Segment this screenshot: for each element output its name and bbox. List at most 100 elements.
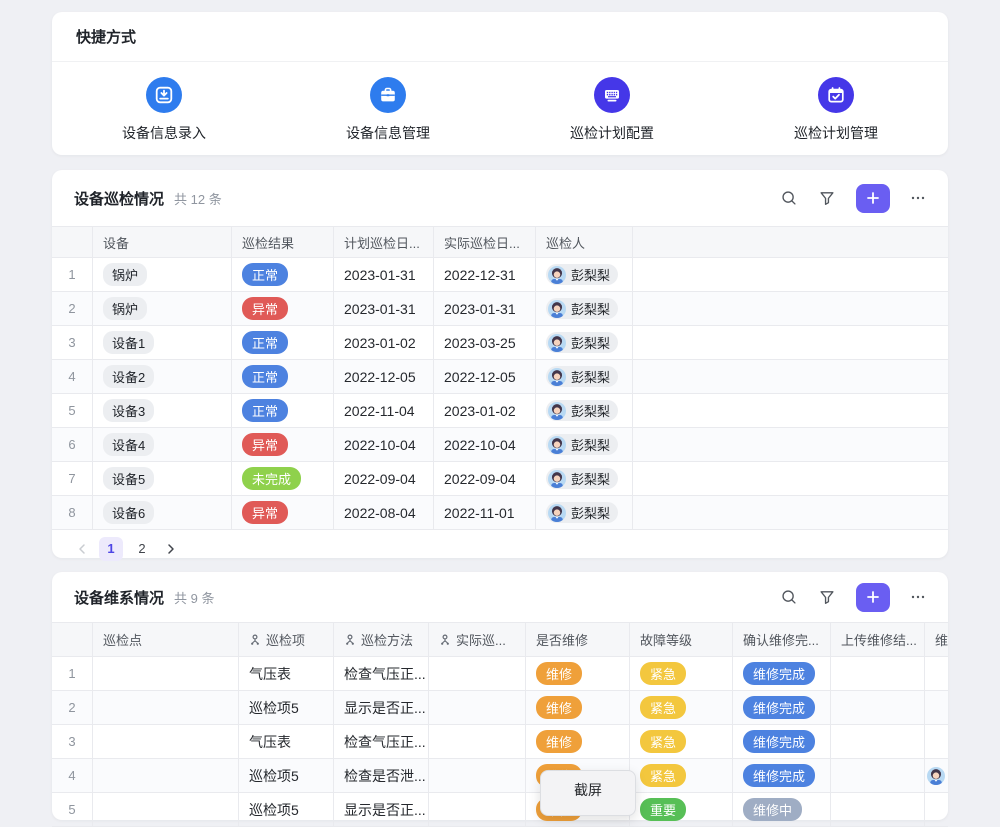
avatar <box>548 504 566 522</box>
tooltip-text: 截屏 <box>574 780 602 815</box>
inspection-table-header: 设备 巡检结果 计划巡检日... 实际巡检日... 巡检人 <box>52 226 948 258</box>
more-button[interactable] <box>910 589 926 605</box>
filter-button[interactable] <box>818 588 836 606</box>
item-cell: 气压表 <box>239 657 334 690</box>
status-badge: 正常 <box>242 331 288 354</box>
status-badge: 维修 <box>536 662 582 685</box>
item-cell: 巡检项5 <box>239 759 334 792</box>
table-row[interactable]: 1 气压表 检查气压正... 维修 紧急 维修完成 <box>52 657 948 691</box>
table-row[interactable]: 1 锅炉 正常 2023-01-31 2022-12-31 彭梨梨 <box>52 258 948 292</box>
actual-date: 2022-09-04 <box>434 462 536 495</box>
table-row[interactable]: 3 气压表 检查气压正... 维修 紧急 维修完成 <box>52 725 948 759</box>
column-header-result: 巡检结果 <box>232 227 334 257</box>
person-name: 彭梨梨 <box>571 401 610 420</box>
planned-date: 2023-01-31 <box>334 258 434 291</box>
column-header-method: 巡检方法 <box>334 623 429 656</box>
person-tag: 彭梨梨 <box>546 264 618 285</box>
shortcut-plan-config[interactable]: 巡检计划配置 <box>500 77 724 143</box>
pagination: 1 2 <box>52 530 948 567</box>
page-2-button[interactable]: 2 <box>130 537 154 561</box>
table-row[interactable]: 4 巡检项5 检查是否泄... 维修 紧急 维修完成 <box>52 759 948 793</box>
point-cell <box>93 759 239 792</box>
maintenance-card: 设备维系情况 共 9 条 巡检点 巡检项 巡检方法 实际巡... 是否维修 故障… <box>52 572 948 820</box>
method-cell: 检查气压正... <box>334 657 429 690</box>
person-tag: 彭梨梨 <box>546 366 618 387</box>
planned-date: 2022-11-04 <box>334 394 434 427</box>
keyboard-icon <box>594 77 630 113</box>
shortcuts-card: 快捷方式 设备信息录入 设备信息管理 <box>52 12 948 155</box>
column-header-index <box>52 227 93 257</box>
table-row[interactable]: 4 设备2 正常 2022-12-05 2022-12-05 彭梨梨 <box>52 360 948 394</box>
status-badge: 维修中 <box>743 798 802 821</box>
avatar <box>548 470 566 488</box>
person-name: 彭梨梨 <box>571 503 610 522</box>
status-badge: 异常 <box>242 501 288 524</box>
shortcut-label: 巡检计划管理 <box>794 123 878 143</box>
status-badge: 异常 <box>242 433 288 456</box>
actual-cell <box>429 759 526 792</box>
table-row[interactable]: 5 设备3 正常 2022-11-04 2023-01-02 彭梨梨 <box>52 394 948 428</box>
person-name: 彭梨梨 <box>571 367 610 386</box>
shortcut-label: 巡检计划配置 <box>570 123 654 143</box>
person-name: 彭梨梨 <box>571 469 610 488</box>
table-row[interactable]: 5 巡检项5 显示是否正... 维修 重要 维修中 <box>52 793 948 827</box>
column-header-confirm: 确认维修完... <box>733 623 831 656</box>
table-row[interactable]: 3 设备1 正常 2023-01-02 2023-03-25 彭梨梨 <box>52 326 948 360</box>
add-record-button[interactable] <box>856 184 890 213</box>
lookup-icon <box>439 634 451 646</box>
maintenance-table-body: 1 气压表 检查气压正... 维修 紧急 维修完成 2 巡检项5 显示是否正..… <box>52 657 948 827</box>
column-header-inspector: 巡检人 <box>536 227 633 257</box>
maintenance-table-header: 巡检点 巡检项 巡检方法 实际巡... 是否维修 故障等级 确认维修完... 上… <box>52 622 948 657</box>
table-row[interactable]: 6 设备4 异常 2022-10-04 2022-10-04 彭梨梨 <box>52 428 948 462</box>
status-badge: 紧急 <box>640 730 686 753</box>
table-row[interactable]: 2 巡检项5 显示是否正... 维修 紧急 维修完成 <box>52 691 948 725</box>
maintenance-count: 共 9 条 <box>174 588 214 607</box>
shortcut-label: 设备信息录入 <box>122 123 206 143</box>
shortcut-plan-manage[interactable]: 巡检计划管理 <box>724 77 948 143</box>
actual-date: 2023-01-02 <box>434 394 536 427</box>
planned-date: 2023-01-02 <box>334 326 434 359</box>
shortcut-device-manage[interactable]: 设备信息管理 <box>276 77 500 143</box>
more-button[interactable] <box>910 190 926 206</box>
shortcut-label: 设备信息管理 <box>346 123 430 143</box>
person-tag: 彭梨梨 <box>546 298 618 319</box>
status-badge: 紧急 <box>640 696 686 719</box>
person-tag: 彭梨梨 <box>546 468 618 489</box>
filter-button[interactable] <box>818 189 836 207</box>
avatar <box>548 334 566 352</box>
column-header-planned-date: 计划巡检日... <box>334 227 434 257</box>
status-badge: 异常 <box>242 297 288 320</box>
device-tag: 设备1 <box>103 331 154 354</box>
status-badge: 重要 <box>640 798 686 821</box>
column-header-level: 故障等级 <box>630 623 733 656</box>
next-page-button[interactable] <box>161 539 181 559</box>
person-tag: 彭梨梨 <box>546 400 618 421</box>
actual-cell <box>429 691 526 724</box>
device-tag: 设备6 <box>103 501 154 524</box>
planned-date: 2022-12-05 <box>334 360 434 393</box>
column-header-repair: 是否维修 <box>526 623 630 656</box>
status-badge: 维修 <box>536 696 582 719</box>
column-header-clipped: 维 <box>925 623 948 656</box>
search-button[interactable] <box>780 189 798 207</box>
status-badge: 维修完成 <box>743 764 815 787</box>
prev-page-button[interactable] <box>72 539 92 559</box>
status-badge: 紧急 <box>640 764 686 787</box>
search-button[interactable] <box>780 588 798 606</box>
actual-date: 2023-03-25 <box>434 326 536 359</box>
point-cell <box>93 725 239 758</box>
table-row[interactable]: 8 设备6 异常 2022-08-04 2022-11-01 彭梨梨 <box>52 496 948 530</box>
item-cell: 气压表 <box>239 725 334 758</box>
column-header-actual-date: 实际巡检日... <box>434 227 536 257</box>
table-row[interactable]: 2 锅炉 异常 2023-01-31 2023-01-31 彭梨梨 <box>52 292 948 326</box>
device-tag: 设备2 <box>103 365 154 388</box>
lookup-icon <box>344 634 356 646</box>
status-badge: 维修 <box>536 730 582 753</box>
device-tag: 锅炉 <box>103 263 147 286</box>
add-record-button[interactable] <box>856 583 890 612</box>
item-cell: 巡检项5 <box>239 793 334 826</box>
shortcut-device-entry[interactable]: 设备信息录入 <box>52 77 276 143</box>
page-1-button[interactable]: 1 <box>99 537 123 561</box>
planned-date: 2022-09-04 <box>334 462 434 495</box>
table-row[interactable]: 7 设备5 未完成 2022-09-04 2022-09-04 彭梨梨 <box>52 462 948 496</box>
